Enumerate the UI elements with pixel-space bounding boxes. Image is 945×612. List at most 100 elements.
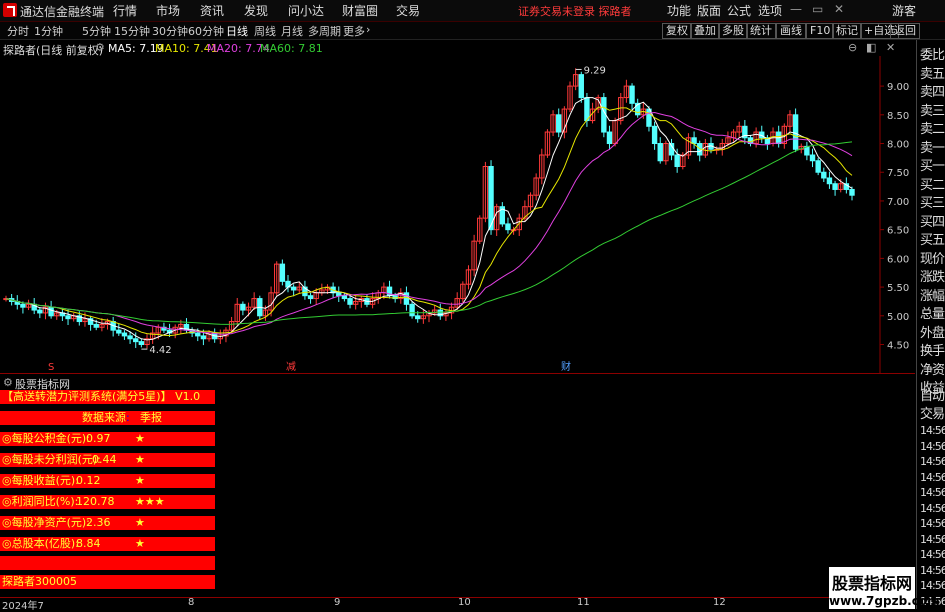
kline-chart[interactable]: 9.00 8.50 8.00 7.50 7.00 6.50 6.00 5.50 5.00 4.50… (0, 56, 915, 373)
menu-function[interactable]: 功能 (667, 2, 691, 19)
trade-time: 14:56 (920, 532, 945, 546)
tab-5min[interactable]: 5分钟 (82, 23, 111, 39)
menu-discover[interactable]: 发现 (244, 2, 268, 19)
trade-time: 14:56 (920, 455, 945, 468)
price-tick-label: 8.50 (887, 111, 909, 122)
adjust-button[interactable]: 复权 (662, 23, 692, 39)
row-value: 120.78 (76, 495, 115, 508)
menu-wealth[interactable]: 财富圈 (342, 2, 378, 19)
trade-time: 14:56 (920, 439, 945, 453)
multi-stock-button[interactable]: 多股 (718, 23, 748, 39)
ma-line-ma10 (5, 106, 853, 337)
quote-label: 买三 (920, 196, 945, 211)
ma-info-line: 探路者(日线 前复权) ⚙ MA5: 7.19 MA10: 7.41 MA20:… (0, 40, 915, 57)
back-button[interactable]: 返回 (890, 23, 920, 39)
tab-daily[interactable]: 日线 (226, 23, 248, 39)
tab-intraday[interactable]: 分时 (7, 23, 29, 39)
restore-icon[interactable]: ▭ (812, 2, 823, 16)
date-label: 8 (188, 597, 195, 608)
menu-layout[interactable]: 版面 (697, 2, 721, 19)
quote-panel: 委比 卖五 卖四 卖三 卖二 卖一 买一 买二 买三 买四 买五 现价 涨跌 涨幅 总量 外盘 换手 净资 收益 自动… (916, 40, 945, 609)
trade-time: 14:56 (920, 470, 945, 484)
quote-label: 外盘 (920, 325, 945, 341)
price-tick-label: 5.00 (887, 312, 909, 323)
price-tick-label: 7.00 (887, 197, 909, 208)
zoom-out-icon[interactable]: ⊖ (848, 41, 857, 54)
guest-label[interactable]: 游客 (892, 2, 916, 19)
f10-button[interactable]: F10 (806, 23, 835, 39)
quote-label: 总量 (920, 307, 945, 322)
price-tick-label: 6.00 (887, 254, 909, 265)
row-label: ◎每股净资产(元): (2, 516, 90, 529)
minimize-icon[interactable]: — (790, 2, 802, 16)
tab-1min[interactable]: 1分钟 (34, 23, 63, 39)
star-icon: ★ (135, 516, 145, 529)
auto-tab[interactable]: 自动 (920, 385, 945, 404)
candle-body (48, 306, 54, 317)
quote-label: 卖五 (920, 66, 945, 82)
trade-tab[interactable]: 交易 (920, 403, 945, 422)
quote-label: 涨跌 (920, 270, 945, 285)
quote-label: 委比 (920, 48, 945, 63)
login-warning[interactable]: 证券交易未登录 探路者 (518, 3, 632, 19)
candle-body (629, 85, 635, 104)
tab-more[interactable]: 更多 (343, 23, 365, 39)
indicator-row: ◎每股收益(元): 0.12 ★ (0, 474, 215, 488)
tab-weekly[interactable]: 周线 (254, 23, 276, 39)
row-value: 8.84 (76, 537, 101, 550)
price-tick-label: 5.50 (887, 283, 909, 294)
candle-body (606, 131, 613, 145)
close-panel-icon[interactable]: ✕ (886, 41, 895, 54)
mark-button[interactable]: 标记 (832, 23, 862, 39)
candle-body (584, 97, 590, 122)
trade-time: 14:56 (920, 501, 945, 515)
candle-body (37, 309, 43, 314)
row-label: ◎每股未分利润(元): (2, 453, 101, 466)
trade-time: 14:56 (920, 486, 945, 499)
panel-toggle-icon[interactable]: ◧ (866, 41, 876, 54)
title-bar: 通达信金融终端 行情 市场 资讯 发现 问小达 财富圈 交易 证券交易未登录 探… (0, 0, 945, 22)
menu-trade[interactable]: 交易 (396, 2, 420, 19)
candle-body (138, 341, 145, 346)
settings-gear-icon[interactable]: ⚙ (3, 376, 13, 389)
indicator-footer-row: 探路者300005 (0, 575, 215, 589)
candle-body (65, 315, 71, 320)
settings-gear-icon[interactable]: ⚙ (95, 41, 105, 54)
date-axis: 2024年7 8 9 10 11 12 (0, 597, 915, 612)
tab-monthly[interactable]: 月线 (281, 23, 303, 39)
menu-assistant[interactable]: 问小达 (288, 2, 324, 19)
indicator-source-row: 数据来源 : 季报 (0, 411, 215, 425)
event-marker: S (48, 362, 54, 373)
date-label: 2024年7 (2, 601, 44, 612)
close-icon[interactable]: ✕ (834, 2, 844, 16)
menu-market[interactable]: 市场 (156, 2, 180, 19)
tab-15min[interactable]: 15分钟 (114, 23, 150, 39)
indicator-header-row: 【高送转潜力评测系统(满分5星)】 V1.0 (0, 390, 215, 404)
tab-30min[interactable]: 30分钟 (152, 23, 188, 39)
candle-body (826, 177, 833, 185)
menu-news[interactable]: 资讯 (200, 2, 224, 19)
draw-line-button[interactable]: 画线 (776, 23, 806, 39)
statistics-button[interactable]: 统计 (746, 23, 776, 39)
ma-line-ma60 (5, 141, 853, 325)
candle-body (121, 332, 128, 337)
menu-formula[interactable]: 公式 (727, 2, 751, 19)
candle-body (815, 160, 821, 173)
indicator-blank-row (0, 556, 215, 570)
candle-body (195, 332, 201, 337)
watermark-title: 股票指标网 (831, 574, 912, 593)
quote-label: 卖四 (920, 85, 945, 100)
candle-body (409, 303, 415, 317)
overlay-button[interactable]: 叠加 (690, 23, 720, 39)
date-label: 9 (334, 597, 341, 608)
menu-quotes[interactable]: 行情 (113, 2, 137, 19)
chevron-right-icon[interactable]: › (366, 23, 370, 36)
star-icon: ★ (135, 453, 145, 466)
candle-body (809, 154, 816, 162)
menu-options[interactable]: 选项 (758, 2, 782, 19)
tab-60min[interactable]: 60分钟 (188, 23, 224, 39)
price-tick-label: 9.00 (887, 82, 909, 93)
tab-multi-period[interactable]: 多周期 (308, 23, 341, 39)
candle-body (20, 303, 26, 308)
star-icon: ★ (135, 432, 145, 445)
